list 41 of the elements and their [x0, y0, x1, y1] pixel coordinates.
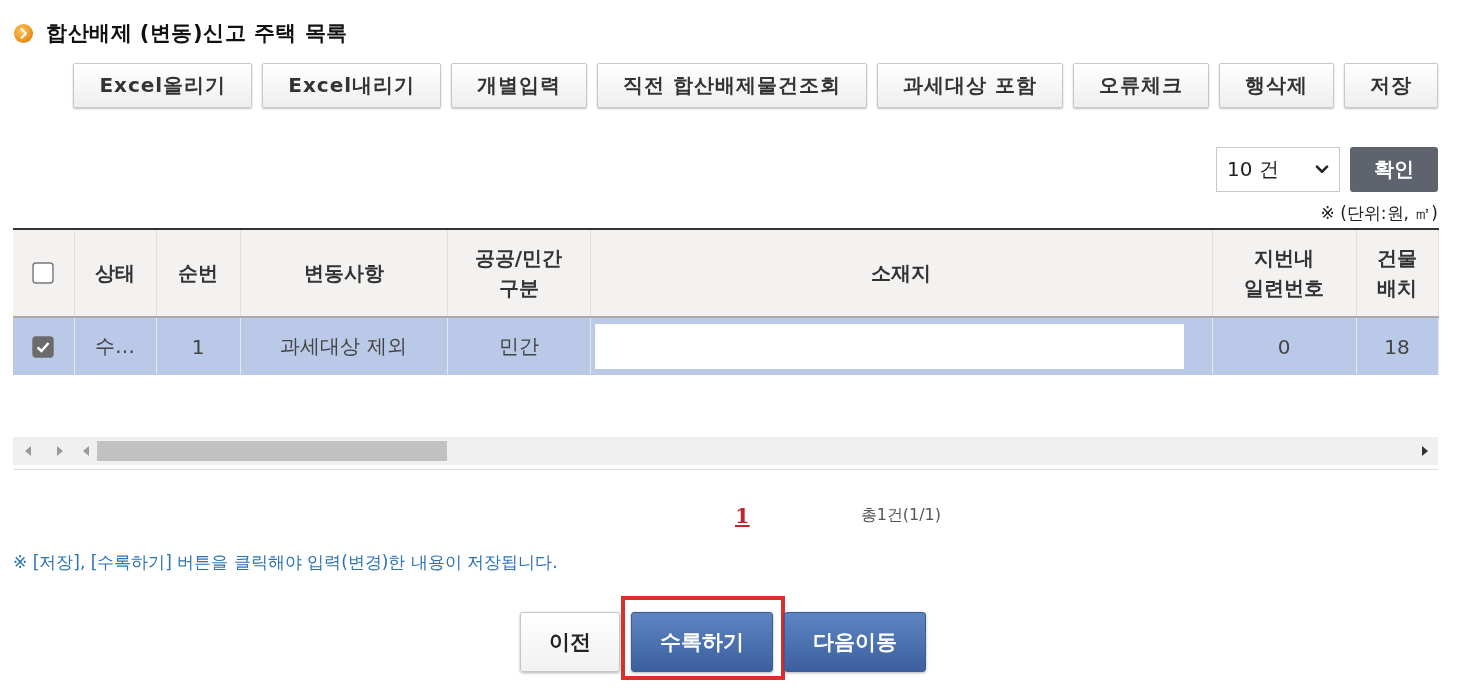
chevron-down-icon — [1315, 165, 1329, 174]
table-cell: 수… — [74, 317, 156, 375]
row-checkbox[interactable] — [32, 335, 55, 358]
toolbar-button[interactable]: Excel올리기 — [73, 63, 253, 108]
toolbar-button[interactable]: 직전 합산배제물건조회 — [597, 63, 868, 108]
confirm-button[interactable]: 확인 — [1350, 147, 1438, 192]
table-cell: 민간 — [447, 317, 590, 375]
toolbar-button[interactable]: 개별입력 — [451, 63, 588, 108]
table-cell: 18 — [1356, 317, 1438, 375]
column-header: 순번 — [156, 229, 240, 317]
scroll-left-icon[interactable] — [83, 446, 89, 456]
scroll-left-icon[interactable] — [25, 446, 31, 456]
toolbar-button[interactable]: 오류체크 — [1073, 63, 1209, 108]
circle-chevron-icon — [14, 23, 33, 43]
toolbar-button[interactable]: Excel내리기 — [262, 63, 442, 108]
toolbar-button[interactable]: 행삭제 — [1219, 63, 1334, 108]
column-header: 공공/민간 구분 — [447, 229, 590, 317]
table-cell: 1 — [156, 317, 240, 375]
column-header: 지번내 일련번호 — [1212, 229, 1356, 317]
action-button[interactable]: 수록하기 — [631, 612, 773, 672]
section-title: 합산배제 (변동)신고 주택 목록 — [46, 20, 348, 47]
table-row[interactable]: 수… 1 과세대상 제외 민간 0 18 — [13, 317, 1438, 375]
table-cell: 과세대상 제외 — [240, 317, 447, 375]
total-count: 총1건(1/1) — [860, 504, 942, 526]
select-all-checkbox[interactable] — [32, 262, 55, 284]
page-link[interactable]: 1 — [735, 502, 750, 528]
scrollbar-thumb[interactable] — [97, 441, 447, 461]
page-size-select[interactable]: 10 건 — [1216, 147, 1340, 192]
column-header: 변동사항 — [240, 229, 447, 317]
unit-note: ※ (단위:원, ㎡) — [1320, 202, 1438, 225]
scroll-right-icon[interactable] — [1422, 446, 1428, 456]
table-cell: 0 — [1212, 317, 1356, 375]
column-header: 상태 — [74, 229, 156, 317]
action-button[interactable]: 이전 — [520, 612, 620, 672]
toolbar-button[interactable]: 저장 — [1344, 63, 1438, 108]
save-notice: ※ [저장], [수록하기] 버튼을 클릭해야 입력(변경)한 내용이 저장됩니다. — [13, 551, 559, 574]
action-button[interactable]: 다음이동 — [784, 612, 926, 672]
scrollbar-track[interactable] — [13, 437, 1438, 465]
column-header: 건물 배치 — [1356, 229, 1438, 317]
toolbar-button[interactable]: 과세대상 포함 — [877, 63, 1063, 108]
column-header: 소재지 — [590, 229, 1212, 317]
